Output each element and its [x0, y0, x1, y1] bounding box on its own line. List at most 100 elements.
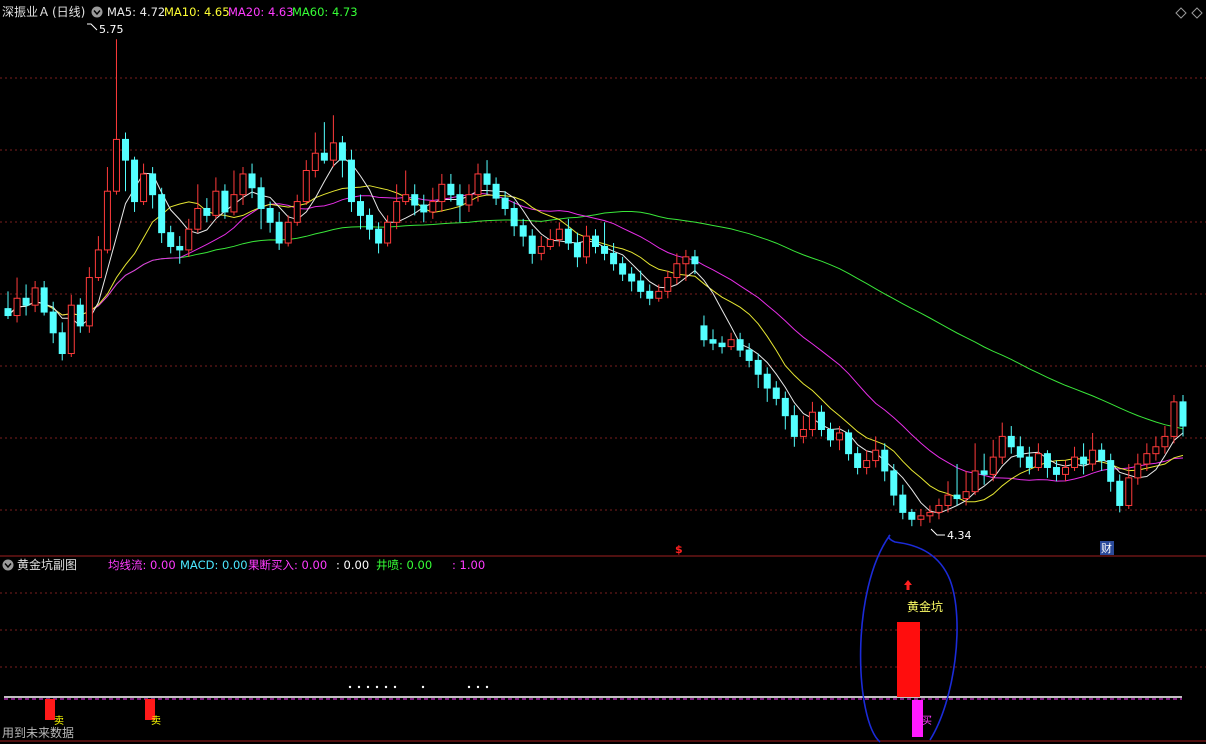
candle-body	[438, 183, 446, 203]
candle-body	[1089, 449, 1097, 465]
candle-body	[926, 511, 934, 517]
candle-body	[1007, 435, 1015, 448]
candle-body	[917, 515, 925, 520]
sub-panel-header: 黄金坑副图 均线流: 0.00 MACD: 0.00 果断买入: 0.00 : …	[2, 557, 485, 572]
candle-body	[329, 142, 337, 161]
sub-panel-title: 黄金坑副图	[17, 557, 77, 572]
candle-body	[194, 207, 202, 230]
candle-body	[682, 256, 690, 265]
indicator-1: MACD: 0.00	[180, 558, 248, 572]
candle-body	[366, 214, 374, 230]
candle-body	[582, 235, 590, 258]
candle-body	[1052, 466, 1060, 475]
candle-body	[537, 245, 545, 254]
candle-body	[718, 342, 726, 348]
indicator-3: : 0.00	[336, 558, 369, 572]
candle-body	[998, 435, 1006, 458]
golden-pit-label: 黄金坑	[907, 599, 943, 614]
candle-body	[610, 252, 618, 265]
buy-char: 买	[922, 715, 932, 727]
candle-body	[1134, 463, 1142, 479]
candle-body	[131, 159, 139, 203]
candle-body	[736, 339, 744, 351]
candle-body	[519, 225, 527, 237]
candle-body	[817, 411, 825, 430]
future-data-note: 用到未来数据	[2, 725, 74, 740]
candle-body	[347, 159, 355, 203]
ma20-label: MA20: 4.63	[228, 5, 294, 19]
candle-body	[31, 287, 39, 306]
sub-options-icon[interactable]	[2, 559, 14, 571]
candle-body	[745, 349, 753, 361]
stock-chart[interactable]: 深振业Ａ (日线) MA5: 4.72 MA10: 4.65 MA20: 4.6…	[0, 0, 1206, 744]
candle-body	[510, 207, 518, 227]
candle-body	[799, 428, 807, 437]
candle-body	[1025, 456, 1033, 468]
candle-body	[302, 169, 310, 203]
candle-body	[140, 173, 148, 203]
candle-body	[646, 290, 654, 299]
golden-pit-bar	[897, 622, 920, 697]
indicator-2: 果断买入: 0.00	[248, 558, 327, 572]
candle-body	[49, 311, 57, 334]
candle-body	[176, 245, 184, 251]
ma10-label: MA10: 4.65	[164, 5, 230, 19]
candle-body	[1125, 477, 1133, 506]
candle-body	[790, 415, 798, 437]
candle-body	[185, 228, 193, 251]
candle-body	[1170, 401, 1178, 437]
candle-body	[338, 142, 346, 161]
candle-body	[94, 249, 102, 279]
candle-body	[772, 387, 780, 399]
candle-body	[257, 187, 265, 209]
options-icon[interactable]	[91, 6, 103, 18]
candle-body	[112, 138, 120, 192]
candle-body	[275, 221, 283, 244]
candle-body	[709, 339, 717, 344]
candle-body	[67, 304, 75, 355]
candle-body	[501, 197, 509, 209]
candle-body	[447, 183, 455, 196]
cai-marker[interactable]: 财	[1101, 541, 1112, 555]
candle-body	[962, 491, 970, 500]
candle-body	[890, 470, 898, 496]
candle-body	[284, 221, 292, 244]
candle-body	[320, 152, 328, 161]
candle-body	[76, 304, 84, 327]
candle-body	[212, 190, 220, 216]
candle-body	[836, 432, 844, 441]
candle-body	[1152, 446, 1160, 455]
candle-body	[673, 263, 681, 279]
candle-body	[492, 183, 500, 199]
candle-body	[564, 228, 572, 244]
candle-body	[4, 308, 12, 317]
low-label: 4.34	[947, 529, 972, 542]
candle-body	[239, 173, 247, 196]
candle-body	[619, 263, 627, 275]
candle-body	[655, 290, 663, 299]
candle-body	[808, 411, 816, 430]
candle-body	[40, 287, 48, 313]
candle-body	[1034, 453, 1042, 468]
candle-body	[1098, 449, 1106, 462]
candle-body	[375, 228, 383, 244]
indicator-0: 均线流: 0.00	[108, 558, 176, 572]
candle-body	[402, 194, 410, 203]
candle-body	[546, 239, 554, 247]
indicator-4: 井喷: 0.00	[376, 558, 432, 572]
dollar-marker[interactable]: $	[675, 543, 683, 556]
candle-body	[1016, 446, 1024, 458]
candle-body	[854, 453, 862, 468]
candle-body	[754, 359, 762, 375]
sell-char: 卖	[151, 715, 161, 727]
candle-body	[357, 201, 364, 216]
candle-body	[592, 235, 599, 247]
candle-body	[971, 470, 979, 493]
candle-body	[1116, 480, 1124, 506]
candle-body	[456, 194, 464, 206]
candle-body	[221, 190, 229, 213]
candle-body	[1179, 401, 1187, 427]
ma60-label: MA60: 4.73	[292, 5, 358, 19]
candle-body	[935, 504, 943, 513]
candle-body	[1071, 456, 1079, 468]
